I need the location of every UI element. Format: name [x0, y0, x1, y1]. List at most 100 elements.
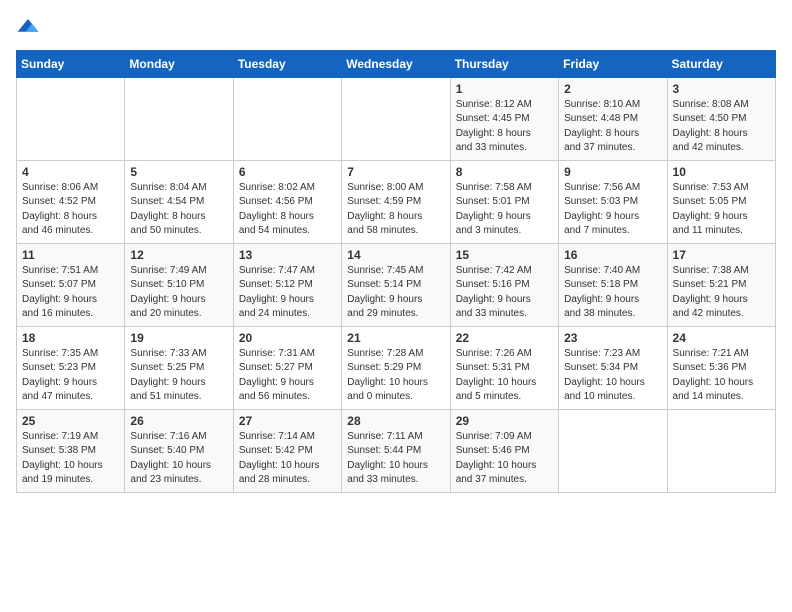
calendar-cell: 15 Sunrise: 7:42 AM Sunset: 5:16 PM Dayli… [450, 243, 558, 326]
calendar-cell: 21 Sunrise: 7:28 AM Sunset: 5:29 PM Dayli… [342, 326, 450, 409]
calendar-table: SundayMondayTuesdayWednesdayThursdayFrid… [16, 50, 776, 493]
day-number: 10 [673, 165, 770, 179]
calendar-header-row: SundayMondayTuesdayWednesdayThursdayFrid… [17, 50, 776, 77]
day-info: Sunrise: 7:56 AM Sunset: 5:03 PM Dayligh… [564, 181, 661, 239]
calendar-cell: 12 Sunrise: 7:49 AM Sunset: 5:10 PM Dayli… [125, 243, 233, 326]
calendar-cell: 8 Sunrise: 7:58 AM Sunset: 5:01 PM Daylig… [450, 160, 558, 243]
day-number: 1 [456, 82, 553, 96]
calendar-cell: 4Sunrise: 8:06 AM Sunset: 4:52 PM Daylig… [17, 160, 125, 243]
day-info: Sunrise: 7:49 AM Sunset: 5:10 PM Dayligh… [130, 264, 227, 322]
calendar-cell: 19 Sunrise: 7:33 AM Sunset: 5:25 PM Dayli… [125, 326, 233, 409]
calendar-cell: 11 Sunrise: 7:51 AM Sunset: 5:07 PM Dayli… [17, 243, 125, 326]
calendar-week-5: 25 Sunrise: 7:19 AM Sunset: 5:38 PM Dayli… [17, 409, 776, 492]
day-number: 28 [347, 414, 444, 428]
calendar-week-2: 4Sunrise: 8:06 AM Sunset: 4:52 PM Daylig… [17, 160, 776, 243]
day-info: Sunrise: 7:51 AM Sunset: 5:07 PM Dayligh… [22, 264, 119, 322]
day-info: Sunrise: 8:10 AM Sunset: 4:48 PM Dayligh… [564, 98, 661, 156]
calendar-cell: 20 Sunrise: 7:31 AM Sunset: 5:27 PM Dayli… [233, 326, 341, 409]
calendar-cell: 16 Sunrise: 7:40 AM Sunset: 5:18 PM Dayli… [559, 243, 667, 326]
day-info: Sunrise: 8:02 AM Sunset: 4:56 PM Dayligh… [239, 181, 336, 239]
day-info: Sunrise: 7:11 AM Sunset: 5:44 PM Dayligh… [347, 430, 444, 488]
day-info: Sunrise: 7:28 AM Sunset: 5:29 PM Dayligh… [347, 347, 444, 405]
day-info: Sunrise: 7:14 AM Sunset: 5:42 PM Dayligh… [239, 430, 336, 488]
calendar-cell: 1 Sunrise: 8:12 AM Sunset: 4:45 PM Daylig… [450, 77, 558, 160]
header-day-saturday: Saturday [667, 50, 775, 77]
header-day-monday: Monday [125, 50, 233, 77]
calendar-cell: 7 Sunrise: 8:00 AM Sunset: 4:59 PM Daylig… [342, 160, 450, 243]
day-info: Sunrise: 7:42 AM Sunset: 5:16 PM Dayligh… [456, 264, 553, 322]
day-number: 23 [564, 331, 661, 345]
day-info: Sunrise: 8:12 AM Sunset: 4:45 PM Dayligh… [456, 98, 553, 156]
day-info: Sunrise: 8:04 AM Sunset: 4:54 PM Dayligh… [130, 181, 227, 239]
day-number: 16 [564, 248, 661, 262]
calendar-cell [559, 409, 667, 492]
calendar-cell: 26 Sunrise: 7:16 AM Sunset: 5:40 PM Dayli… [125, 409, 233, 492]
day-number: 27 [239, 414, 336, 428]
day-info: Sunrise: 8:08 AM Sunset: 4:50 PM Dayligh… [673, 98, 770, 156]
day-info: Sunrise: 8:06 AM Sunset: 4:52 PM Dayligh… [22, 181, 119, 239]
calendar-cell: 9Sunrise: 7:56 AM Sunset: 5:03 PM Daylig… [559, 160, 667, 243]
calendar-cell: 22 Sunrise: 7:26 AM Sunset: 5:31 PM Dayli… [450, 326, 558, 409]
calendar-cell: 14 Sunrise: 7:45 AM Sunset: 5:14 PM Dayli… [342, 243, 450, 326]
day-number: 29 [456, 414, 553, 428]
day-number: 6 [239, 165, 336, 179]
day-info: Sunrise: 7:40 AM Sunset: 5:18 PM Dayligh… [564, 264, 661, 322]
day-number: 2 [564, 82, 661, 96]
calendar-cell: 25 Sunrise: 7:19 AM Sunset: 5:38 PM Dayli… [17, 409, 125, 492]
day-number: 7 [347, 165, 444, 179]
header-day-thursday: Thursday [450, 50, 558, 77]
header-day-tuesday: Tuesday [233, 50, 341, 77]
day-number: 26 [130, 414, 227, 428]
day-info: Sunrise: 7:23 AM Sunset: 5:34 PM Dayligh… [564, 347, 661, 405]
day-info: Sunrise: 7:35 AM Sunset: 5:23 PM Dayligh… [22, 347, 119, 405]
calendar-cell [342, 77, 450, 160]
header [16, 16, 776, 38]
day-number: 14 [347, 248, 444, 262]
calendar-cell: 13 Sunrise: 7:47 AM Sunset: 5:12 PM Dayli… [233, 243, 341, 326]
day-info: Sunrise: 7:09 AM Sunset: 5:46 PM Dayligh… [456, 430, 553, 488]
header-day-sunday: Sunday [17, 50, 125, 77]
calendar-cell: 6 Sunrise: 8:02 AM Sunset: 4:56 PM Daylig… [233, 160, 341, 243]
day-number: 15 [456, 248, 553, 262]
day-number: 8 [456, 165, 553, 179]
day-info: Sunrise: 7:31 AM Sunset: 5:27 PM Dayligh… [239, 347, 336, 405]
header-day-wednesday: Wednesday [342, 50, 450, 77]
day-number: 12 [130, 248, 227, 262]
calendar-cell: 29 Sunrise: 7:09 AM Sunset: 5:46 PM Dayli… [450, 409, 558, 492]
calendar-cell [667, 409, 775, 492]
day-info: Sunrise: 7:53 AM Sunset: 5:05 PM Dayligh… [673, 181, 770, 239]
day-number: 21 [347, 331, 444, 345]
day-number: 13 [239, 248, 336, 262]
day-info: Sunrise: 7:19 AM Sunset: 5:38 PM Dayligh… [22, 430, 119, 488]
day-info: Sunrise: 8:00 AM Sunset: 4:59 PM Dayligh… [347, 181, 444, 239]
day-info: Sunrise: 7:47 AM Sunset: 5:12 PM Dayligh… [239, 264, 336, 322]
calendar-cell: 3 Sunrise: 8:08 AM Sunset: 4:50 PM Daylig… [667, 77, 775, 160]
calendar-cell: 5 Sunrise: 8:04 AM Sunset: 4:54 PM Daylig… [125, 160, 233, 243]
calendar-cell: 23 Sunrise: 7:23 AM Sunset: 5:34 PM Dayli… [559, 326, 667, 409]
day-info: Sunrise: 7:38 AM Sunset: 5:21 PM Dayligh… [673, 264, 770, 322]
day-info: Sunrise: 7:21 AM Sunset: 5:36 PM Dayligh… [673, 347, 770, 405]
day-info: Sunrise: 7:26 AM Sunset: 5:31 PM Dayligh… [456, 347, 553, 405]
logo-icon [16, 17, 40, 37]
day-number: 25 [22, 414, 119, 428]
day-number: 17 [673, 248, 770, 262]
day-info: Sunrise: 7:45 AM Sunset: 5:14 PM Dayligh… [347, 264, 444, 322]
day-info: Sunrise: 7:33 AM Sunset: 5:25 PM Dayligh… [130, 347, 227, 405]
logo [16, 16, 44, 38]
day-number: 19 [130, 331, 227, 345]
header-day-friday: Friday [559, 50, 667, 77]
day-number: 5 [130, 165, 227, 179]
day-number: 3 [673, 82, 770, 96]
day-number: 20 [239, 331, 336, 345]
day-number: 22 [456, 331, 553, 345]
day-info: Sunrise: 7:16 AM Sunset: 5:40 PM Dayligh… [130, 430, 227, 488]
day-number: 11 [22, 248, 119, 262]
day-info: Sunrise: 7:58 AM Sunset: 5:01 PM Dayligh… [456, 181, 553, 239]
calendar-week-3: 11 Sunrise: 7:51 AM Sunset: 5:07 PM Dayli… [17, 243, 776, 326]
calendar-cell: 27 Sunrise: 7:14 AM Sunset: 5:42 PM Dayli… [233, 409, 341, 492]
calendar-cell [17, 77, 125, 160]
calendar-week-1: 1 Sunrise: 8:12 AM Sunset: 4:45 PM Daylig… [17, 77, 776, 160]
calendar-cell: 28 Sunrise: 7:11 AM Sunset: 5:44 PM Dayli… [342, 409, 450, 492]
calendar-cell [125, 77, 233, 160]
calendar-cell: 24Sunrise: 7:21 AM Sunset: 5:36 PM Dayli… [667, 326, 775, 409]
